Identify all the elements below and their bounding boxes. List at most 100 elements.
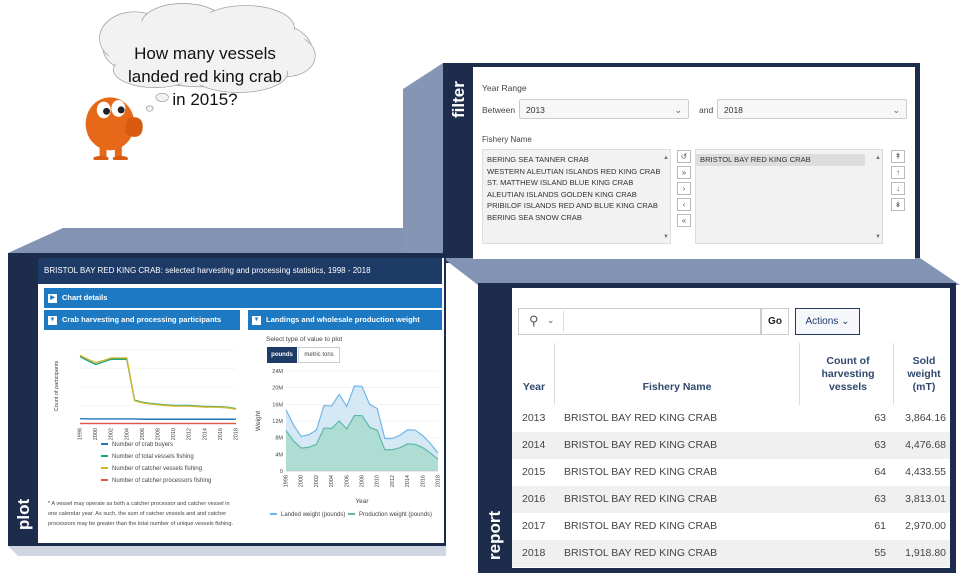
chevron-down-icon: ⌄ [892,105,900,115]
chevron-down-icon: ⌄ [841,316,850,327]
legend-item: Number of catcher processors fishing [101,478,211,484]
report-panel: ⚲ ⌄ Go Actions ⌄ Year Fishery Name Count… [512,288,950,568]
triangle-right-icon: ▶ [48,293,57,303]
move-all-left-icon[interactable]: « [677,214,691,227]
selected-fishery-list[interactable]: BRISTOL BAY RED KING CRAB [695,149,883,244]
triangle-down-icon: ▼ [252,315,261,325]
actions-label: Actions [805,316,839,327]
cell-count: 61 [874,520,886,532]
x-tick-label: 2002 [109,428,115,440]
col-count-header[interactable]: Count of harvesting vessels [804,355,892,394]
plot-side-label: plot [14,498,33,530]
y-axis-label: Count of participants [54,361,60,412]
search-input[interactable]: ⚲ ⌄ [518,308,761,335]
cell-count: 64 [874,466,886,478]
year-range-label: Year Range [482,83,527,93]
report-side-label: report [485,510,504,560]
move-left-icon[interactable]: ‹ [677,198,691,211]
x-tick-label: 2000 [299,475,305,487]
move-right-icon[interactable]: › [677,182,691,195]
series-line [79,355,237,410]
x-tick-label: 2012 [390,475,396,487]
available-item[interactable]: ST. MATTHEW ISLAND BLUE KING CRAB [483,177,670,189]
cell-sold: 4,476.68 [905,439,946,451]
available-item[interactable]: PRIBILOF ISLANDS RED AND BLUE KING CRAB [483,200,670,212]
plot-header: BRISTOL BAY RED KING CRAB: selected harv… [38,258,442,284]
available-item[interactable]: WESTERN ALEUTIAN ISLANDS RED KING CRAB [483,166,670,178]
scroll-up-icon[interactable]: ▲ [875,155,881,161]
available-fishery-list[interactable]: BERING SEA TANNER CRAB WESTERN ALEUTIAN … [482,149,671,244]
reset-icon[interactable]: ↺ [677,150,691,163]
left-chart-title: Crab harvesting and processing participa… [62,315,222,324]
x-tick-label: 2012 [187,428,193,440]
year-from-select[interactable]: 2013 ⌄ [519,99,689,119]
scroll-up-icon[interactable]: ▲ [663,155,669,161]
col-fishery-header[interactable]: Fishery Name [557,381,797,393]
x-axis-label: Year [355,498,369,505]
year-from-value: 2013 [526,105,545,115]
cell-fishery: BRISTOL BAY RED KING CRAB [564,439,718,451]
cell-sold: 1,918.80 [905,547,946,559]
cell-count: 55 [874,547,886,559]
cell-sold: 2,970.00 [905,520,946,532]
table-row[interactable]: 2018 BRISTOL BAY RED KING CRAB 55 1,918.80 [512,540,950,567]
bubble-text: How many vessels landed red king crab in… [127,44,283,109]
cell-count: 63 [874,493,886,505]
metric-tons-button[interactable]: metric tons [298,347,340,363]
available-item[interactable]: BERING SEA TANNER CRAB [483,154,670,166]
select-type-label: Select type of value to plot [266,336,343,343]
actions-button[interactable]: Actions ⌄ [795,308,860,335]
y-tick-label: 12M [272,419,283,425]
series-line [79,418,236,420]
pounds-button[interactable]: pounds [267,347,297,363]
go-button[interactable]: Go [761,308,789,335]
series-line [79,354,237,410]
plot-panel: BRISTOL BAY RED KING CRAB: selected harv… [38,258,444,543]
table-row[interactable]: 2014 BRISTOL BAY RED KING CRAB 63 4,476.68 [512,432,950,459]
x-tick-label: 2004 [124,428,130,440]
right-chart-toggle[interactable]: ▼ Landings and wholesale production weigh… [248,310,442,330]
move-all-right-icon[interactable]: » [677,166,691,179]
fishery-name-label: Fishery Name [482,135,532,144]
y-tick-label: 4M [275,452,283,458]
col-year-header[interactable]: Year [516,381,552,393]
right-chart-title: Landings and wholesale production weight [266,315,420,324]
legend-item: Number of total vessels fishing [101,454,194,460]
x-tick-label: 2002 [314,475,320,487]
col-sold-header[interactable]: Sold weight (mT) [898,355,950,394]
available-item[interactable]: BERING SEA SNOW CRAB [483,212,670,224]
scroll-down-icon[interactable]: ▼ [663,234,669,240]
move-top-icon[interactable]: ↟ [891,150,905,163]
x-tick-label: 2000 [93,428,99,440]
year-to-select[interactable]: 2018 ⌄ [717,99,907,119]
table-row[interactable]: 2013 BRISTOL BAY RED KING CRAB 63 3,864.16 [512,405,950,432]
cell-fishery: BRISTOL BAY RED KING CRAB [564,520,718,532]
move-down-icon[interactable]: ↓ [891,182,905,195]
chevron-down-icon: ⌄ [674,105,682,115]
cell-year: 2017 [522,520,546,532]
cell-count: 63 [874,412,886,424]
left-chart-toggle[interactable]: ▼ Crab harvesting and processing particip… [44,310,240,330]
selected-item[interactable]: BRISTOL BAY RED KING CRAB [696,154,865,166]
table-row[interactable]: 2016 BRISTOL BAY RED KING CRAB 63 3,813.01 [512,486,950,513]
search-icon[interactable]: ⚲ [529,313,539,329]
available-item[interactable]: ALEUTIAN ISLANDS GOLDEN KING CRAB [483,189,670,201]
legend-item: Number of crab buyers [101,442,173,448]
move-up-icon[interactable]: ↑ [891,166,905,179]
cell-fishery: BRISTOL BAY RED KING CRAB [564,493,718,505]
x-tick-label: 2014 [405,475,411,487]
table-row[interactable]: 2015 BRISTOL BAY RED KING CRAB 64 4,433.55 [512,459,950,486]
scroll-down-icon[interactable]: ▼ [875,234,881,240]
cell-year: 2016 [522,493,546,505]
table-row[interactable]: 2017 BRISTOL BAY RED KING CRAB 61 2,970.00 [512,513,950,540]
cell-fishery: BRISTOL BAY RED KING CRAB [564,466,718,478]
y-tick-label: 0 [280,469,283,475]
weight-chart: 0 4M 8M 12M 16M 20M 24M 1998 2000 2002 2004 2006 200… [255,369,441,505]
move-bottom-icon[interactable]: ↡ [891,198,905,211]
x-tick-label: 2018 [435,475,441,487]
chevron-down-icon[interactable]: ⌄ [547,315,555,326]
year-to-value: 2018 [724,105,743,115]
x-tick-label: 2006 [140,428,146,440]
chart-details-toggle[interactable]: ▶ Chart details [44,288,442,308]
x-tick-label: 2010 [375,475,381,487]
